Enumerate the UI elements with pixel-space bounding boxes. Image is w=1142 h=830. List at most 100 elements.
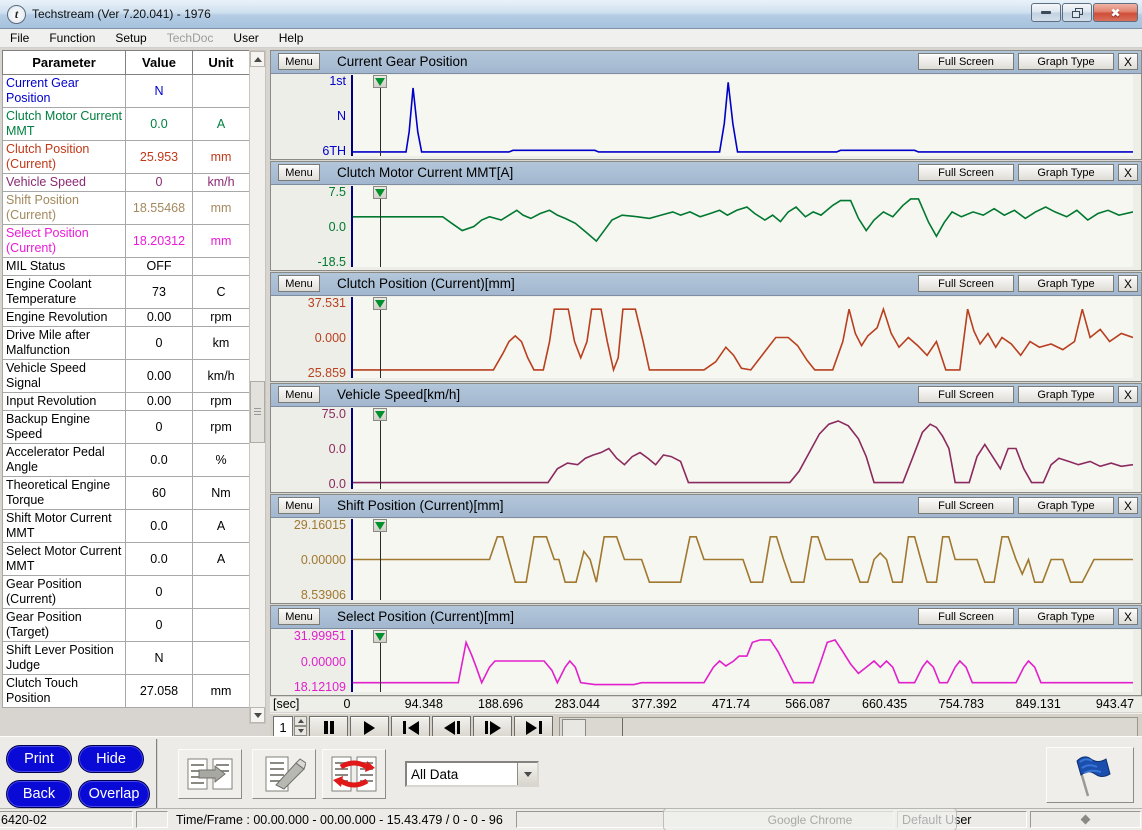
time-tick: 849.131 [1015, 697, 1061, 711]
table-row[interactable]: Current Gear Position N [2, 74, 250, 108]
prev-icon [443, 720, 455, 735]
table-row[interactable]: Engine Coolant Temperature 73 C [2, 275, 250, 309]
table-row[interactable]: Gear Position (Target) 0 [2, 608, 250, 642]
table-scrollbar[interactable] [249, 50, 266, 724]
full-screen-button[interactable]: Full Screen [918, 164, 1014, 181]
table-row[interactable]: MIL Status OFF [2, 257, 250, 276]
graph-title: Vehicle Speed[km/h] [337, 387, 461, 402]
green-cursor-marker[interactable] [373, 630, 388, 643]
full-screen-button[interactable]: Full Screen [918, 275, 1014, 292]
graph-plot-area[interactable] [351, 297, 1133, 378]
table-row[interactable]: Drive Mile after Malfunction 0 km [2, 326, 250, 360]
menu-file[interactable]: File [0, 30, 39, 46]
param-unit: rpm [192, 392, 250, 411]
scroll-up-icon[interactable] [250, 51, 265, 67]
graph-strip-body: 7.5 0.0 -18.5 [271, 184, 1141, 270]
swap-data-button[interactable] [322, 749, 386, 799]
graph-close-button[interactable]: X [1118, 164, 1138, 181]
menu-setup[interactable]: Setup [105, 30, 156, 46]
graph-plot-area[interactable] [351, 630, 1133, 692]
table-row[interactable]: Select Position (Current) 18.20312 mm [2, 224, 250, 258]
col-header-parameter[interactable]: Parameter [2, 50, 126, 75]
record-data-button[interactable] [252, 749, 316, 799]
menu-help[interactable]: Help [269, 30, 314, 46]
full-screen-button[interactable]: Full Screen [918, 608, 1014, 625]
graph-type-button[interactable]: Graph Type [1018, 386, 1114, 403]
graph-close-button[interactable]: X [1118, 275, 1138, 292]
full-screen-button[interactable]: Full Screen [918, 386, 1014, 403]
graph-menu-button[interactable]: Menu [278, 53, 320, 70]
graph-strip-header: Menu Current Gear Position Full Screen G… [271, 51, 1141, 74]
table-row[interactable]: Backup Engine Speed 0 rpm [2, 410, 250, 444]
graph-close-button[interactable]: X [1118, 53, 1138, 70]
graph-type-button[interactable]: Graph Type [1018, 275, 1114, 292]
graph-type-button[interactable]: Graph Type [1018, 164, 1114, 181]
scrollbar-thumb[interactable] [250, 381, 265, 443]
restore-button[interactable] [1062, 3, 1092, 22]
graph-menu-button[interactable]: Menu [278, 497, 320, 514]
green-cursor-marker[interactable] [373, 408, 388, 421]
next-icon [484, 721, 488, 734]
table-row[interactable]: Vehicle Speed 0 km/h [2, 173, 250, 192]
minimize-button[interactable] [1031, 3, 1061, 22]
print-button[interactable]: Print [6, 745, 72, 773]
table-row[interactable]: Theoretical Engine Torque 60 Nm [2, 476, 250, 510]
table-row[interactable]: Engine Revolution 0.00 rpm [2, 308, 250, 327]
green-cursor-marker[interactable] [373, 186, 388, 199]
graph-plot-area[interactable] [351, 519, 1133, 600]
graph-close-button[interactable]: X [1118, 608, 1138, 625]
col-header-value[interactable]: Value [125, 50, 193, 75]
graph-menu-button[interactable]: Menu [278, 275, 320, 292]
param-value: 0 [125, 410, 193, 444]
y-axis-labels: 37.531 0.000 25.859 [271, 295, 351, 381]
y-label-bottom: 25.859 [307, 366, 346, 380]
graph-type-button[interactable]: Graph Type [1018, 497, 1114, 514]
green-cursor-marker[interactable] [373, 297, 388, 310]
table-row[interactable]: Shift Motor Current MMT 0.0 A [2, 509, 250, 543]
hide-button[interactable]: Hide [78, 745, 144, 773]
graph-plot-area[interactable] [351, 75, 1133, 156]
seek-slider[interactable] [559, 717, 1138, 738]
menu-user[interactable]: User [223, 30, 268, 46]
close-icon: ✖ [1110, 5, 1121, 20]
copy-data-button[interactable] [178, 749, 242, 799]
flag-button[interactable] [1046, 747, 1134, 803]
graph-menu-button[interactable]: Menu [278, 608, 320, 625]
table-row[interactable]: Shift Position (Current) 18.55468 mm [2, 191, 250, 225]
back-button[interactable]: Back [6, 780, 72, 808]
green-cursor-marker[interactable] [373, 519, 388, 532]
status-filler [516, 811, 894, 828]
graph-type-button[interactable]: Graph Type [1018, 53, 1114, 70]
graph-menu-button[interactable]: Menu [278, 386, 320, 403]
table-row[interactable]: Shift Lever Position Judge N [2, 641, 250, 675]
graph-menu-button[interactable]: Menu [278, 164, 320, 181]
graph-close-button[interactable]: X [1118, 497, 1138, 514]
graph-type-button[interactable]: Graph Type [1018, 608, 1114, 625]
menu-function[interactable]: Function [39, 30, 105, 46]
table-row[interactable]: Input Revolution 0.00 rpm [2, 392, 250, 411]
data-filter-dropdown[interactable]: All Data [405, 761, 539, 787]
param-unit: Nm [192, 476, 250, 510]
table-row[interactable]: Clutch Motor Current MMT 0.0 A [2, 107, 250, 141]
dropdown-arrow-icon[interactable] [517, 763, 537, 785]
green-cursor-marker[interactable] [373, 75, 388, 88]
graph-plot-area[interactable] [351, 408, 1133, 489]
table-row[interactable]: Clutch Position (Current) 25.953 mm [2, 140, 250, 174]
graph-close-button[interactable]: X [1118, 386, 1138, 403]
close-button[interactable]: ✖ [1093, 3, 1138, 22]
full-screen-button[interactable]: Full Screen [918, 497, 1014, 514]
spinner-up-icon[interactable] [294, 716, 307, 726]
table-row[interactable]: Vehicle Speed Signal 0.00 km/h [2, 359, 250, 393]
full-screen-button[interactable]: Full Screen [918, 53, 1014, 70]
table-row[interactable]: Gear Position (Current) 0 [2, 575, 250, 609]
spinner-down-icon[interactable] [294, 726, 307, 736]
table-row[interactable]: Select Motor Current MMT 0.0 A [2, 542, 250, 576]
col-header-unit[interactable]: Unit [192, 50, 250, 75]
overlap-button[interactable]: Overlap [78, 780, 150, 808]
y-axis-labels: 1st N 6TH [271, 73, 351, 159]
scroll-down-icon[interactable] [250, 707, 265, 723]
table-row[interactable]: Accelerator Pedal Angle 0.0% [2, 443, 250, 477]
graph-plot-area[interactable] [351, 186, 1133, 267]
graph-panel: Menu Current Gear Position Full Screen G… [270, 50, 1142, 741]
table-row[interactable]: Clutch Touch Position 27.058 mm [2, 674, 250, 708]
